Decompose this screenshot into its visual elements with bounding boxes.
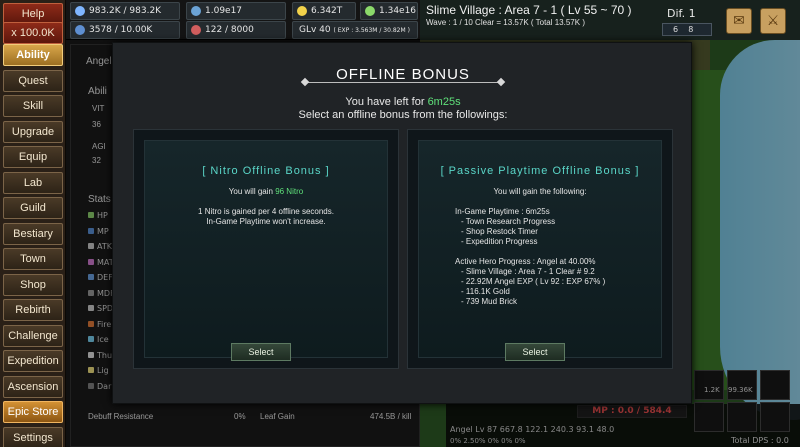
shop-restock-line: - Shop Restock Timer <box>461 227 538 236</box>
menu-upgrade-button[interactable]: Upgrade <box>3 121 63 143</box>
resource-gold: 6.342T <box>292 2 356 20</box>
select-nitro-button[interactable]: Select <box>231 343 291 361</box>
resource-gem: 3578 / 10.00K <box>70 21 180 39</box>
map-icon[interactable]: ⚔ <box>760 8 786 34</box>
resource-stone: 122 / 8000 <box>186 21 286 39</box>
time-left-label: You have left for <box>345 96 428 108</box>
difficulty-selector[interactable]: 6 8 <box>662 23 712 36</box>
time-left: You have left for 6m25s <box>113 96 693 108</box>
modal-title: OFFLINE BONUS <box>336 66 470 83</box>
select-passive-button[interactable]: Select <box>505 343 565 361</box>
wave-status: Wave : 1 / 10 Clear = 13.57K ( Total 13.… <box>426 18 585 27</box>
dif-a: 6 <box>673 25 679 34</box>
menu-expedition-button[interactable]: Expedition <box>3 350 63 372</box>
passive-title: [ Passive Playtime Offline Bonus ] <box>440 165 640 177</box>
fire-icon <box>191 25 201 35</box>
guild-level: GLv 40 ( EXP : 3.563M / 30.82M ) <box>292 21 418 39</box>
instruction-text: Select an offline bonus from the followi… <box>298 109 508 121</box>
town-research-line: - Town Research Progress <box>461 217 556 226</box>
menu-bestiary-button[interactable]: Bestiary <box>3 223 63 245</box>
hero-gold-line: - 116.1K Gold <box>461 287 510 296</box>
menu-epic-store-button[interactable]: Epic Store <box>3 401 63 423</box>
speed-button[interactable]: x 100.0K <box>3 22 63 44</box>
card-inner: [ Nitro Offline Bonus ] You will gain 96… <box>144 140 388 361</box>
resource-bar: 983.2K / 983.2K 1.09e17 6.342T 1.34e16 3… <box>66 0 420 40</box>
guild-exp: ( EXP : 3.563M / 30.82M ) <box>333 27 410 34</box>
gold-icon <box>297 6 307 16</box>
menu-rebirth-button[interactable]: Rebirth <box>3 299 63 321</box>
zone-name: Slime Village : Area 7 - 1 ( Lv 55 ~ 70 … <box>426 3 632 17</box>
resource-value: 3578 / 10.00K <box>89 25 153 35</box>
title-divider <box>305 82 501 83</box>
menu-ability-button[interactable]: Ability <box>3 44 63 66</box>
nitro-gain: You will gain 96 Nitro <box>145 187 387 196</box>
game-screen: Slime Village : Area 7 - 1 ( Lv 55 ~ 70 … <box>0 0 800 447</box>
gem-icon <box>75 25 85 35</box>
resource-slime: 1.09e17 <box>186 2 286 20</box>
resource-value: 122 / 8000 <box>205 25 254 35</box>
nitro-title: [ Nitro Offline Bonus ] <box>202 165 330 177</box>
resource-leaf: 1.34e16 <box>360 2 418 20</box>
shield-icon <box>75 6 85 16</box>
dif-b: 8 <box>688 25 694 34</box>
hero-material-line: - 739 Mud Brick <box>461 297 518 306</box>
leaf-icon <box>365 6 375 16</box>
menu-town-button[interactable]: Town <box>3 248 63 270</box>
resource-value: 983.2K / 983.2K <box>89 6 162 16</box>
playtime-line: In-Game Playtime : 6m25s <box>455 207 550 216</box>
nitro-gain-label: You will gain <box>228 187 276 196</box>
nitro-gain-value: 96 Nitro <box>275 187 304 196</box>
hero-exp-line: - 22.92M Angel EXP ( Lv 92 : EXP 67% ) <box>461 277 606 286</box>
nitro-bonus-card: [ Nitro Offline Bonus ] You will gain 96… <box>133 129 399 369</box>
menu-lab-button[interactable]: Lab <box>3 172 63 194</box>
resource-value: 1.09e17 <box>205 6 243 16</box>
passive-bonus-card: [ Passive Playtime Offline Bonus ] You w… <box>407 129 673 369</box>
menu-settings-button[interactable]: Settings <box>3 427 63 447</box>
resource-hp: 983.2K / 983.2K <box>70 2 180 20</box>
expedition-line: - Expedition Progress <box>461 237 538 246</box>
arrow-icon <box>191 6 201 16</box>
resource-value: 1.34e16 <box>379 6 417 16</box>
menu-challenge-button[interactable]: Challenge <box>3 325 63 347</box>
menu-ascension-button[interactable]: Ascension <box>3 376 63 398</box>
main-menu: Help x 100.0K Ability Quest Skill Upgrade Eq… <box>0 0 66 447</box>
menu-shop-button[interactable]: Shop <box>3 274 63 296</box>
menu-skill-button[interactable]: Skill <box>3 95 63 117</box>
offline-bonus-modal: OFFLINE BONUS You have left for 6m25s Se… <box>112 42 692 404</box>
guild-level-label: GLv 40 <box>299 25 331 35</box>
menu-guild-button[interactable]: Guild <box>3 197 63 219</box>
passive-gain: You will gain the following: <box>493 187 587 196</box>
hero-progress-line: Active Hero Progress : Angel at 40.00% <box>455 257 596 266</box>
hero-clear-line: - Slime Village : Area 7 - 1 Clear # 9.2 <box>461 267 595 276</box>
menu-equip-button[interactable]: Equip <box>3 146 63 168</box>
time-left-value: 6m25s <box>427 96 461 108</box>
nitro-desc-2: In-Game Playtime won't increase. <box>206 217 326 226</box>
nitro-desc-1: 1 Nitro is gained per 4 offline seconds. <box>198 207 334 216</box>
difficulty-label: Dif. 1 <box>667 7 696 20</box>
menu-quest-button[interactable]: Quest <box>3 70 63 92</box>
resource-value: 6.342T <box>311 6 343 16</box>
scroll-icon[interactable]: ✉ <box>726 8 752 34</box>
card-inner: [ Passive Playtime Offline Bonus ] You w… <box>418 140 662 361</box>
